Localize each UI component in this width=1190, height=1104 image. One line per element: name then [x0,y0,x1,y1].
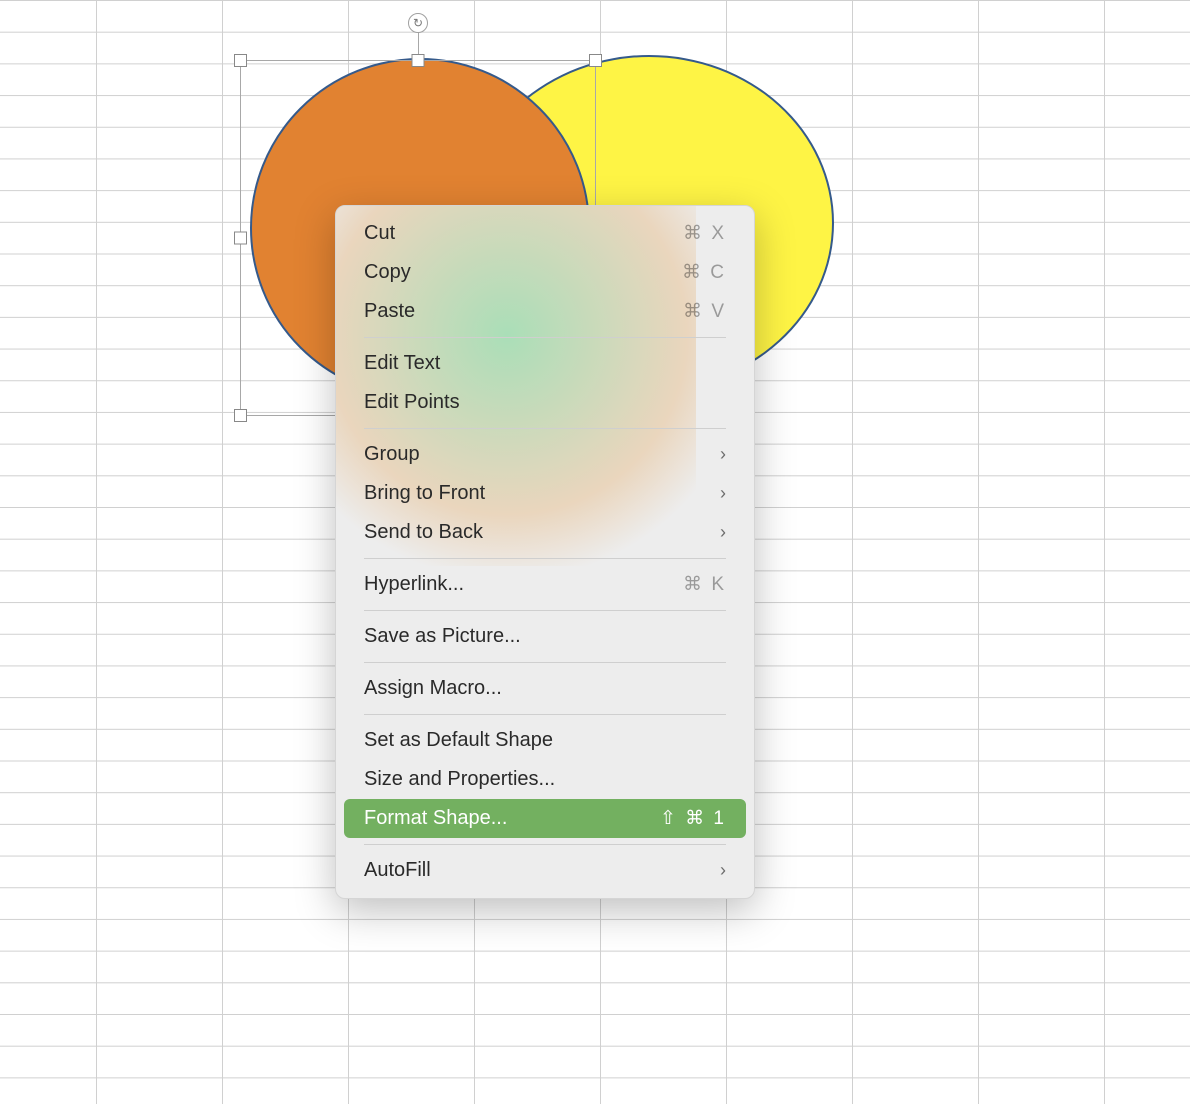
menu-item-label: Edit Text [364,352,440,375]
menu-item-assign-macro[interactable]: Assign Macro... [344,669,746,708]
menu-item-copy[interactable]: Copy ⌘ C [344,253,746,292]
menu-item-label: Send to Back [364,521,483,544]
menu-item-edit-points[interactable]: Edit Points [344,383,746,422]
menu-item-label: Edit Points [364,391,460,414]
menu-item-shortcut: ⌘ K [683,573,726,596]
menu-item-label: Size and Properties... [364,768,555,791]
menu-separator [364,714,726,715]
menu-separator [364,610,726,611]
menu-item-label: Assign Macro... [364,677,502,700]
menu-item-size-and-properties[interactable]: Size and Properties... [344,760,746,799]
menu-item-bring-to-front[interactable]: Bring to Front › [344,474,746,513]
menu-item-paste[interactable]: Paste ⌘ V [344,292,746,331]
menu-item-shortcut: ⌘ X [683,222,726,245]
menu-item-shortcut: ⌘ C [682,261,726,284]
menu-separator [364,662,726,663]
menu-item-label: Copy [364,261,411,284]
menu-item-group[interactable]: Group › [344,435,746,474]
menu-item-cut[interactable]: Cut ⌘ X [344,214,746,253]
chevron-right-icon: › [720,522,726,543]
menu-item-label: Hyperlink... [364,573,464,596]
context-menu: Cut ⌘ X Copy ⌘ C Paste ⌘ V Edit Text Edit Point… [335,205,755,899]
menu-item-label: Group [364,443,420,466]
menu-item-label: AutoFill [364,859,431,882]
chevron-right-icon: › [720,483,726,504]
menu-item-format-shape[interactable]: Format Shape... ⇧ ⌘ 1 [344,799,746,838]
menu-item-hyperlink[interactable]: Hyperlink... ⌘ K [344,565,746,604]
menu-item-set-as-default-shape[interactable]: Set as Default Shape [344,721,746,760]
menu-item-save-as-picture[interactable]: Save as Picture... [344,617,746,656]
menu-item-send-to-back[interactable]: Send to Back › [344,513,746,552]
menu-item-label: Bring to Front [364,482,485,505]
menu-item-edit-text[interactable]: Edit Text [344,344,746,383]
menu-separator [364,337,726,338]
chevron-right-icon: › [720,444,726,465]
menu-item-label: Set as Default Shape [364,729,553,752]
menu-item-label: Save as Picture... [364,625,521,648]
menu-separator [364,428,726,429]
menu-separator [364,844,726,845]
chevron-right-icon: › [720,860,726,881]
menu-item-autofill[interactable]: AutoFill › [344,851,746,890]
menu-item-label: Cut [364,222,395,245]
menu-item-label: Paste [364,300,415,323]
menu-item-shortcut: ⌘ V [683,300,726,323]
menu-separator [364,558,726,559]
menu-item-shortcut: ⇧ ⌘ 1 [660,807,726,830]
menu-item-label: Format Shape... [364,807,507,830]
